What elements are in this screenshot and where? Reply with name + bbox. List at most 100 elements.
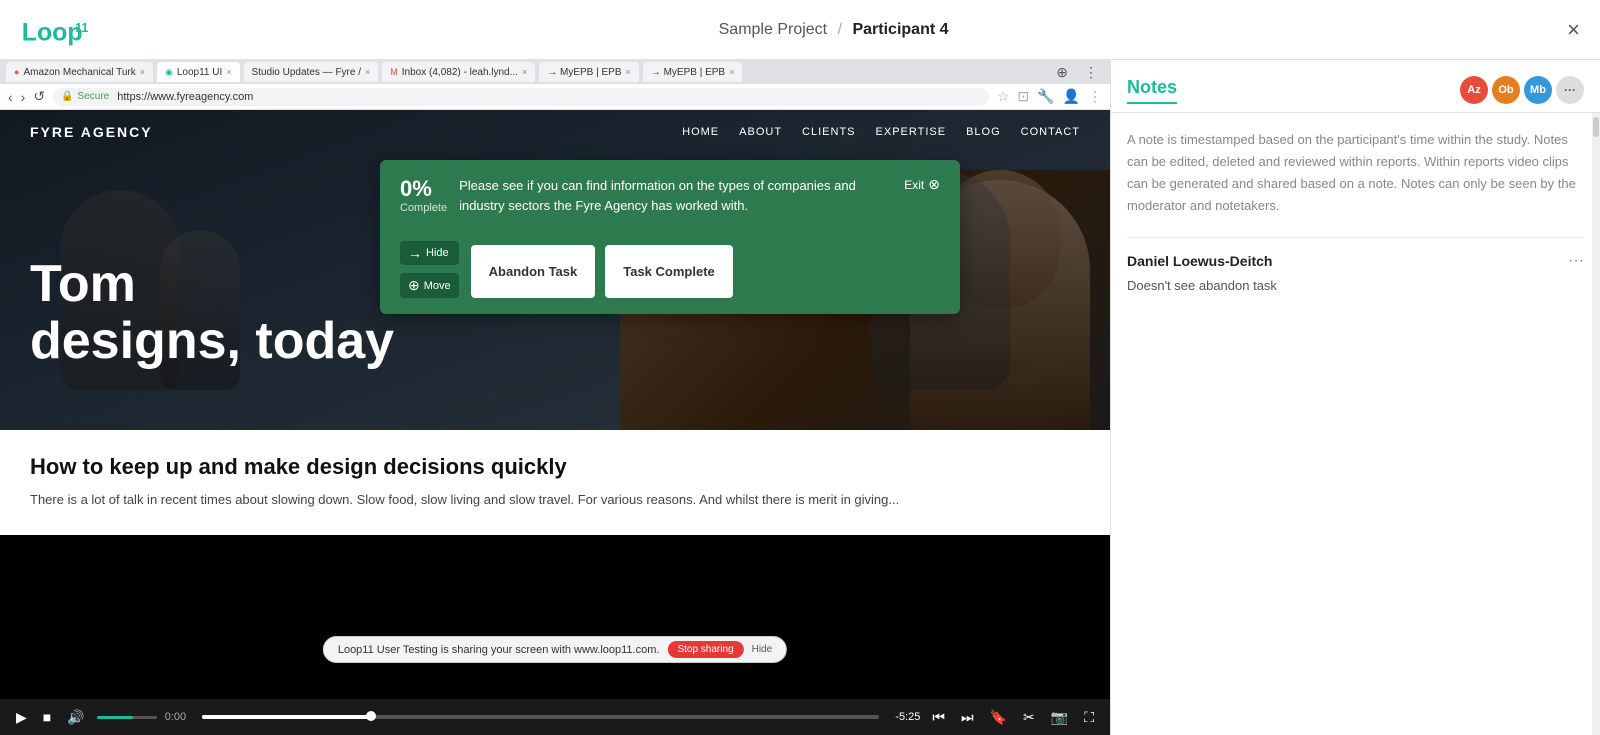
move-button[interactable]: ⊕ Move (400, 273, 459, 298)
fullscreen-button[interactable]: ⛶ (1080, 709, 1098, 726)
project-name: Sample Project (719, 21, 828, 38)
fyre-nav-blog[interactable]: BLOG (966, 126, 1001, 138)
svg-text:11: 11 (75, 20, 88, 34)
camera-button[interactable]: 📷 (1047, 709, 1072, 726)
arrow-icon: → (408, 245, 422, 261)
article-heading: How to keep up and make design decisions… (30, 454, 1080, 480)
participant-name: Participant 4 (852, 21, 948, 38)
play-pause-button[interactable]: ▶ (12, 709, 31, 726)
clip-button[interactable]: ✂ (1019, 709, 1039, 726)
progress-fill (202, 715, 371, 719)
extension-icon[interactable]: 🔧 (1037, 88, 1054, 105)
lock-icon: 🔒 (61, 91, 73, 102)
tab-bar: ● Amazon Mechanical Turk × ◉ Loop11 UI ×… (0, 60, 1110, 84)
task-description: Please see if you can find information o… (459, 176, 904, 215)
exit-label: Exit (904, 178, 924, 192)
scrollbar[interactable] (1592, 113, 1600, 735)
fyre-nav-clients[interactable]: CLIENTS (802, 126, 855, 138)
task-progress: 0% Complete (400, 176, 447, 214)
cast-icon[interactable]: ⊡ (1017, 88, 1029, 105)
hide-label: Hide (426, 247, 449, 259)
address-bar-row: ‹ › ↺ 🔒 Secure https://www.fyreagency.co… (0, 84, 1110, 110)
avatar-mb: Mb (1524, 76, 1552, 104)
reload-button[interactable]: ↺ (33, 88, 45, 105)
volume-slider[interactable] (97, 716, 157, 719)
tab-close-icon[interactable]: × (729, 67, 734, 77)
avatar-ob: Ob (1492, 76, 1520, 104)
fyre-nav-contact[interactable]: CONTACT (1021, 126, 1080, 138)
exit-icon: ⊗ (928, 176, 940, 193)
right-panel: Notes Az Ob Mb ··· A note is timestamped… (1110, 60, 1600, 735)
account-icon[interactable]: 👤 (1063, 88, 1080, 105)
avatar-more[interactable]: ··· (1556, 76, 1584, 104)
hero-text: Tomdesigns, today (30, 256, 394, 370)
article-body: There is a lot of talk in recent times a… (30, 490, 1080, 511)
note-author: Daniel Loewus-Deitch (1127, 253, 1272, 269)
address-bar[interactable]: 🔒 Secure https://www.fyreagency.com (53, 88, 989, 106)
stop-sharing-button[interactable]: Stop sharing (667, 641, 743, 658)
tab-close-icon[interactable]: × (365, 67, 370, 77)
website-hero: FYRE AGENCY HOME ABOUT CLIENTS EXPERTISE… (0, 110, 1110, 430)
mark-button[interactable]: 🔖 (986, 709, 1011, 726)
website-content: FYRE AGENCY HOME ABOUT CLIENTS EXPERTISE… (0, 110, 1110, 535)
task-exit-button[interactable]: Exit ⊗ (904, 176, 940, 193)
task-complete-label: Complete (400, 202, 447, 214)
screen-share-bar: Loop11 User Testing is sharing your scre… (323, 636, 787, 663)
tab-close-icon[interactable]: × (140, 67, 145, 77)
close-button[interactable]: × (1567, 17, 1580, 43)
top-bar: Loop 11 Sample Project / Participant 4 × (0, 0, 1600, 60)
move-icon: ⊕ (408, 277, 420, 294)
tab-amazon[interactable]: ● Amazon Mechanical Turk × (6, 62, 153, 82)
tab-myepb2[interactable]: → MyEPB | EPB × (643, 62, 743, 82)
fyre-menu: HOME ABOUT CLIENTS EXPERTISE BLOG CONTAC… (682, 126, 1080, 138)
tab-close-icon[interactable]: × (522, 67, 527, 77)
new-tab-button[interactable]: ⊕ (1050, 64, 1074, 81)
note-author-row: Daniel Loewus-Deitch ··· (1127, 252, 1584, 270)
note-menu-button[interactable]: ··· (1568, 252, 1584, 270)
notes-header: Notes Az Ob Mb ··· (1111, 60, 1600, 113)
hide-share-button[interactable]: Hide (752, 644, 773, 655)
scroll-thumb (1593, 117, 1599, 137)
notes-avatars: Az Ob Mb ··· (1460, 76, 1584, 104)
progress-thumb (366, 711, 376, 721)
hide-button[interactable]: → Hide (400, 241, 459, 265)
note-text: Doesn't see abandon task (1127, 276, 1584, 296)
bookmark-icon[interactable]: ☆ (997, 88, 1010, 105)
notes-hint: A note is timestamped based on the parti… (1127, 129, 1584, 217)
tab-inbox[interactable]: M Inbox (4,082) - leah.lynd... × (382, 62, 535, 82)
note-entry: Daniel Loewus-Deitch ··· Doesn't see aba… (1127, 237, 1584, 296)
stop-button[interactable]: ■ (39, 709, 55, 725)
forward-button[interactable]: › (21, 89, 26, 105)
fyre-nav-expertise[interactable]: EXPERTISE (876, 126, 947, 138)
tab-loop11[interactable]: ◉ Loop11 UI × (157, 62, 240, 82)
avatar-az: Az (1460, 76, 1488, 104)
video-controls: ▶ ■ 🔊 0:00 -5:25 ⏮ ⏭ 🔖 ✂ 📷 ⛶ (0, 699, 1110, 735)
share-text: Loop11 User Testing is sharing your scre… (338, 644, 660, 656)
address-url: https://www.fyreagency.com (117, 91, 253, 103)
fyre-nav-home[interactable]: HOME (682, 126, 719, 138)
menu-dots-icon[interactable]: ⋮ (1088, 88, 1102, 105)
volume-button[interactable]: 🔊 (63, 709, 88, 726)
browser-mockup: ● Amazon Mechanical Turk × ◉ Loop11 UI ×… (0, 60, 1110, 699)
progress-bar[interactable] (202, 715, 879, 719)
fyre-nav-about[interactable]: ABOUT (739, 126, 782, 138)
notes-scroll-area: A note is timestamped based on the parti… (1111, 113, 1600, 735)
task-body: → Hide ⊕ Move Abandon Task Task C (400, 241, 940, 298)
tab-studio[interactable]: Studio Updates — Fyre / × (244, 62, 379, 82)
notes-content: A note is timestamped based on the parti… (1111, 113, 1600, 735)
skip-forward-button[interactable]: ⏭ (957, 709, 978, 726)
abandon-task-button[interactable]: Abandon Task (471, 245, 596, 298)
breadcrumb: Sample Project / Participant 4 (719, 21, 949, 39)
breadcrumb-separator: / (838, 21, 842, 38)
back-button[interactable]: ‹ (8, 89, 13, 105)
main-layout: ● Amazon Mechanical Turk × ◉ Loop11 UI ×… (0, 60, 1600, 735)
skip-back-button[interactable]: ⏮ (928, 709, 949, 726)
tab-myepb1[interactable]: → MyEPB | EPB × (539, 62, 639, 82)
timestamp-start: 0:00 (165, 711, 186, 723)
fyre-navigation: FYRE AGENCY HOME ABOUT CLIENTS EXPERTISE… (0, 110, 1110, 154)
tab-close-icon[interactable]: × (226, 67, 231, 77)
task-complete-button[interactable]: Task Complete (605, 245, 733, 298)
tab-close-icon[interactable]: × (626, 67, 631, 77)
tab-menu-button[interactable]: ⋮ (1078, 64, 1104, 81)
move-label: Move (424, 280, 451, 292)
